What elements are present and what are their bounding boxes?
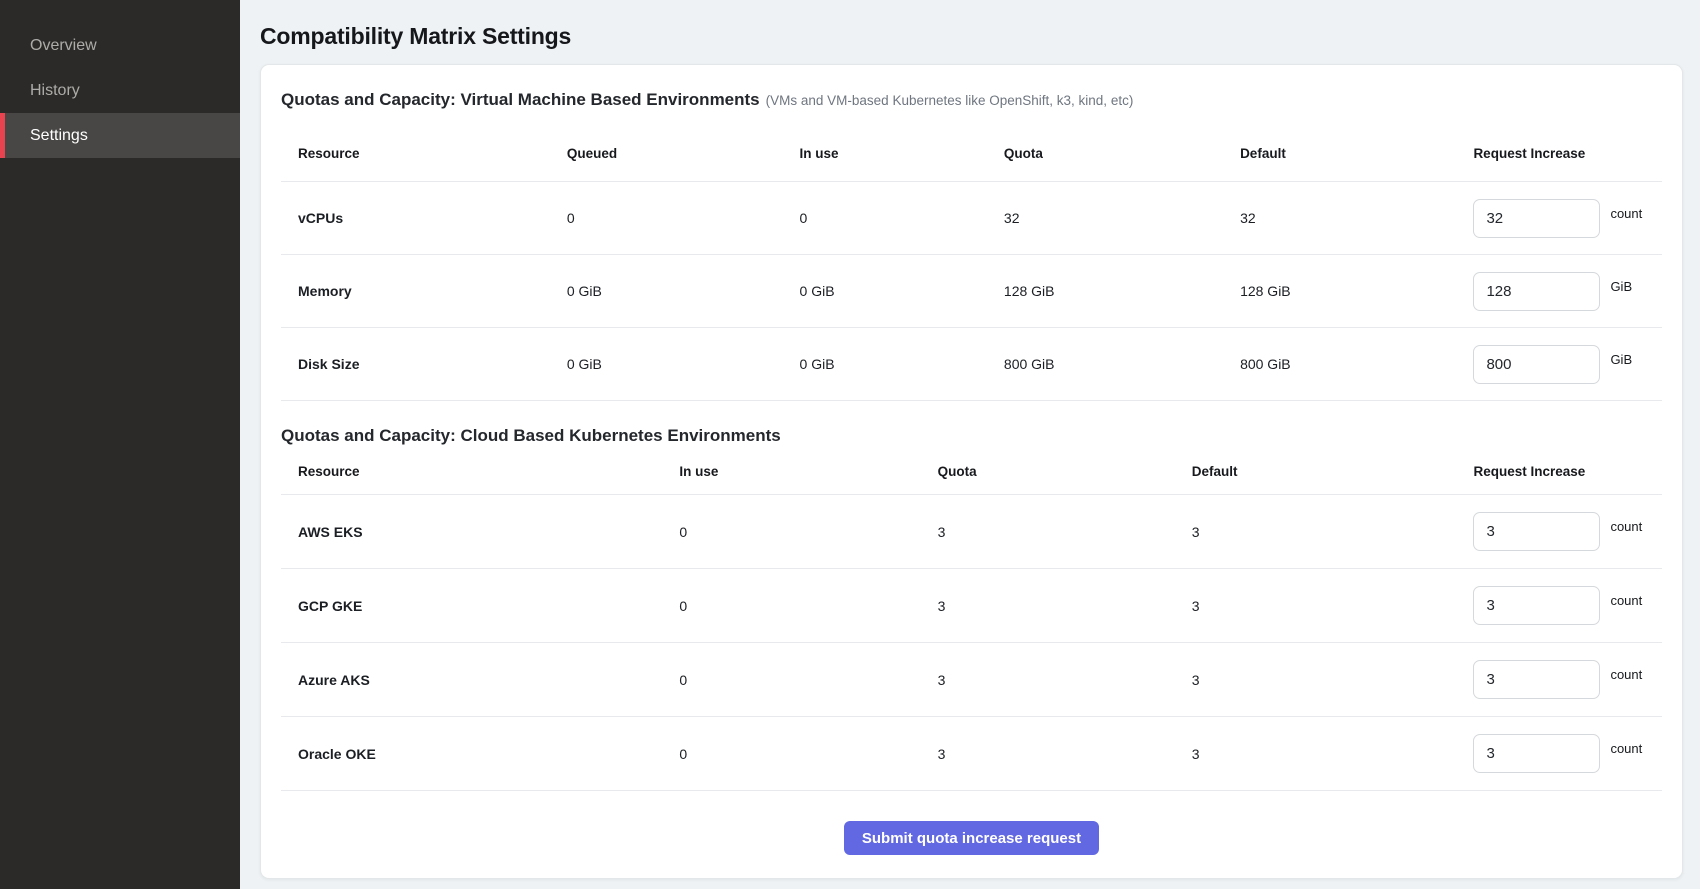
in-use-value: 0 — [679, 672, 937, 688]
quota-value: 800 GiB — [1004, 356, 1240, 372]
request-increase-input-azure-aks[interactable] — [1473, 660, 1600, 699]
unit-label: GiB — [1610, 352, 1632, 367]
quota-value: 32 — [1004, 210, 1240, 226]
in-use-value: 0 — [679, 598, 937, 614]
default-value: 3 — [1192, 746, 1474, 762]
quota-value: 128 GiB — [1004, 283, 1240, 299]
col-header-request-increase: Request Increase — [1473, 146, 1662, 161]
cloud-table-header: Resource In use Quota Default Request In… — [281, 449, 1662, 495]
resource-name: Memory — [281, 283, 567, 299]
unit-label: count — [1610, 741, 1642, 756]
table-row-oracle-oke: Oracle OKE 0 3 3 count — [281, 717, 1662, 791]
vm-quota-table: Resource Queued In use Quota Default Req… — [281, 126, 1662, 401]
request-increase-input-oracle-oke[interactable] — [1473, 734, 1600, 773]
request-increase-cell: count — [1473, 660, 1662, 699]
sidebar-item-settings[interactable]: Settings — [0, 113, 240, 158]
request-increase-input-gcp-gke[interactable] — [1473, 586, 1600, 625]
resource-name: GCP GKE — [281, 598, 679, 614]
quota-value: 3 — [938, 746, 1192, 762]
unit-label: GiB — [1610, 279, 1632, 294]
col-header-resource: Resource — [281, 464, 679, 479]
table-row-memory: Memory 0 GiB 0 GiB 128 GiB 128 GiB GiB — [281, 255, 1662, 328]
col-header-in-use: In use — [679, 464, 937, 479]
request-increase-input-vcpus[interactable] — [1473, 199, 1600, 238]
resource-name: Oracle OKE — [281, 746, 679, 762]
default-value: 128 GiB — [1240, 283, 1473, 299]
main-content: Compatibility Matrix Settings Quotas and… — [240, 0, 1700, 889]
cloud-section-title-text: Quotas and Capacity: Cloud Based Kuberne… — [281, 426, 781, 445]
default-value: 32 — [1240, 210, 1473, 226]
vm-section-title-text: Quotas and Capacity: Virtual Machine Bas… — [281, 90, 760, 109]
request-increase-cell: count — [1473, 512, 1662, 551]
sidebar: Overview History Settings — [0, 0, 240, 889]
cloud-section-title: Quotas and Capacity: Cloud Based Kuberne… — [281, 423, 1662, 449]
resource-name: AWS EKS — [281, 524, 679, 540]
col-header-default: Default — [1240, 146, 1473, 161]
col-header-resource: Resource — [281, 146, 567, 161]
col-header-request-increase: Request Increase — [1473, 464, 1662, 479]
default-value: 800 GiB — [1240, 356, 1473, 372]
table-row-vcpus: vCPUs 0 0 32 32 count — [281, 182, 1662, 255]
sidebar-item-history[interactable]: History — [0, 68, 240, 113]
in-use-value: 0 GiB — [800, 283, 1004, 299]
in-use-value: 0 GiB — [800, 356, 1004, 372]
request-increase-input-disk-size[interactable] — [1473, 345, 1600, 384]
request-increase-cell: GiB — [1473, 345, 1662, 384]
settings-card: Quotas and Capacity: Virtual Machine Bas… — [260, 64, 1683, 879]
col-header-in-use: In use — [800, 146, 1004, 161]
vm-section-subtitle: (VMs and VM-based Kubernetes like OpenSh… — [766, 93, 1134, 108]
quota-value: 3 — [938, 524, 1192, 540]
table-row-aws-eks: AWS EKS 0 3 3 count — [281, 495, 1662, 569]
resource-name: Azure AKS — [281, 672, 679, 688]
page-title: Compatibility Matrix Settings — [260, 20, 1683, 52]
button-row: Submit quota increase request — [281, 821, 1662, 855]
request-increase-cell: count — [1473, 734, 1662, 773]
default-value: 3 — [1192, 524, 1474, 540]
unit-label: count — [1610, 667, 1642, 682]
in-use-value: 0 — [679, 524, 937, 540]
unit-label: count — [1610, 593, 1642, 608]
vm-table-header: Resource Queued In use Quota Default Req… — [281, 126, 1662, 182]
table-row-azure-aks: Azure AKS 0 3 3 count — [281, 643, 1662, 717]
col-header-queued: Queued — [567, 146, 800, 161]
vm-section-title: Quotas and Capacity: Virtual Machine Bas… — [281, 87, 1662, 114]
cloud-quota-table: Resource In use Quota Default Request In… — [281, 449, 1662, 791]
queued-value: 0 GiB — [567, 356, 800, 372]
request-increase-input-aws-eks[interactable] — [1473, 512, 1600, 551]
table-row-disk-size: Disk Size 0 GiB 0 GiB 800 GiB 800 GiB Gi… — [281, 328, 1662, 401]
sidebar-item-overview[interactable]: Overview — [0, 23, 240, 68]
submit-quota-increase-button[interactable]: Submit quota increase request — [844, 821, 1099, 855]
quota-value: 3 — [938, 598, 1192, 614]
table-row-gcp-gke: GCP GKE 0 3 3 count — [281, 569, 1662, 643]
col-header-quota: Quota — [938, 464, 1192, 479]
col-header-quota: Quota — [1004, 146, 1240, 161]
queued-value: 0 GiB — [567, 283, 800, 299]
request-increase-cell: GiB — [1473, 272, 1662, 311]
quota-value: 3 — [938, 672, 1192, 688]
resource-name: vCPUs — [281, 210, 567, 226]
resource-name: Disk Size — [281, 356, 567, 372]
request-increase-input-memory[interactable] — [1473, 272, 1600, 311]
col-header-default: Default — [1192, 464, 1474, 479]
queued-value: 0 — [567, 210, 800, 226]
in-use-value: 0 — [800, 210, 1004, 226]
default-value: 3 — [1192, 598, 1474, 614]
in-use-value: 0 — [679, 746, 937, 762]
request-increase-cell: count — [1473, 199, 1662, 238]
default-value: 3 — [1192, 672, 1474, 688]
unit-label: count — [1610, 206, 1642, 221]
unit-label: count — [1610, 519, 1642, 534]
request-increase-cell: count — [1473, 586, 1662, 625]
